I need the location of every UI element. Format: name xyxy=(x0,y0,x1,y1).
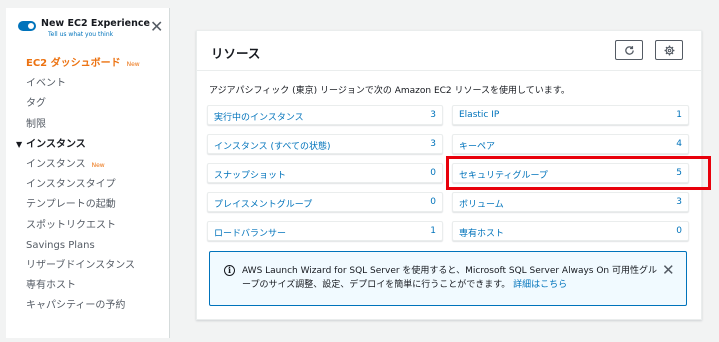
sidebar-item-instances[interactable]: インスタンス New xyxy=(26,155,166,175)
resource-label: プレイスメントグループ xyxy=(214,200,313,210)
sidebar-item-spot-requests[interactable]: スポットリクエスト xyxy=(26,216,166,236)
resource-card-snapshots[interactable]: スナップショット 0 xyxy=(207,163,443,183)
panel-title: リソース xyxy=(211,46,261,61)
refresh-icon xyxy=(624,45,634,55)
sidebar-item-dedicated-hosts[interactable]: 専有ホスト xyxy=(26,276,166,296)
sidebar-item-tags[interactable]: タグ xyxy=(26,94,166,114)
sidebar-item-ec2-dashboard[interactable]: EC2 ダッシュボード New xyxy=(26,54,166,74)
sidebar-nav: EC2 ダッシュボード New イベント タグ 制限 ▼ インスタンス インスタンス… xyxy=(16,54,166,316)
sidebar-item-label: インスタンスタイプ xyxy=(26,179,116,191)
sidebar-item-label: キャパシティーの予約 xyxy=(26,300,126,312)
panel-header: リソース xyxy=(197,31,701,71)
settings-button[interactable] xyxy=(655,40,683,60)
resource-card-dedicated-hosts[interactable]: 専有ホスト 0 xyxy=(452,221,689,241)
resource-count: 0 xyxy=(430,197,436,207)
sidebar: New EC2 Experience Tell us what you thin… xyxy=(6,8,170,338)
resource-label: ボリューム xyxy=(459,200,504,210)
info-banner-text: AWS Launch Wizard for SQL Server を使用すると、… xyxy=(242,264,662,292)
resource-count: 1 xyxy=(676,110,682,120)
resource-label: 専有ホスト xyxy=(459,229,505,239)
sidebar-item-label: イベント xyxy=(26,78,66,90)
sidebar-item-label: Savings Plans xyxy=(26,239,95,251)
sidebar-item-reserved-instances[interactable]: リザーブドインスタンス xyxy=(26,256,166,276)
sidebar-item-label: 専有ホスト xyxy=(26,280,76,292)
sidebar-item-label: 制限 xyxy=(26,118,46,130)
highlight-annotation xyxy=(446,156,711,190)
info-message: AWS Launch Wizard for SQL Server を使用すると、… xyxy=(242,266,657,290)
sidebar-section-instances[interactable]: ▼ インスタンス xyxy=(16,135,166,155)
resource-count: 3 xyxy=(430,139,436,149)
resource-card-all-instances[interactable]: インスタンス (すべての状態) 3 xyxy=(207,134,443,154)
new-experience-toggle[interactable] xyxy=(18,21,36,31)
resource-card-running-instances[interactable]: 実行中のインスタンス 3 xyxy=(207,105,443,125)
resource-label: スナップショット xyxy=(214,171,287,181)
sidebar-section-label: インスタンス xyxy=(26,138,86,150)
info-banner: i AWS Launch Wizard for SQL Server を使用する… xyxy=(209,251,687,306)
sidebar-item-limits[interactable]: 制限 xyxy=(26,115,166,135)
resource-card-key-pairs[interactable]: キーペア 4 xyxy=(452,134,689,154)
resource-label: Elastic IP xyxy=(459,110,500,120)
close-icon[interactable]: ✕ xyxy=(150,19,163,35)
sidebar-item-capacity-reservations[interactable]: キャパシティーの予約 xyxy=(26,296,166,316)
resource-label: キーペア xyxy=(459,142,496,152)
info-icon: i xyxy=(224,265,235,276)
resource-card-elastic-ip[interactable]: Elastic IP 1 xyxy=(452,105,689,125)
sidebar-item-label: タグ xyxy=(26,98,46,110)
resource-count: 3 xyxy=(430,110,436,120)
sidebar-item-label: EC2 ダッシュボード xyxy=(26,58,121,69)
sidebar-item-events[interactable]: イベント xyxy=(26,74,166,94)
sidebar-item-label: スポットリクエスト xyxy=(26,219,116,231)
close-icon[interactable]: ✕ xyxy=(662,263,675,278)
sidebar-item-label: インスタンス xyxy=(26,158,86,170)
resource-label: インスタンス (すべての状態) xyxy=(214,142,331,152)
new-badge: New xyxy=(126,61,140,68)
resource-count: 0 xyxy=(676,226,682,236)
feedback-link[interactable]: Tell us what you think xyxy=(48,31,113,38)
new-experience-toggle-row: New EC2 Experience Tell us what you thin… xyxy=(18,18,166,46)
resource-card-volumes[interactable]: ボリューム 3 xyxy=(452,192,689,212)
refresh-button[interactable] xyxy=(615,40,643,60)
resource-label: 実行中のインスタンス xyxy=(214,113,304,123)
resource-count: 1 xyxy=(430,226,436,236)
gear-icon xyxy=(664,45,674,55)
sidebar-item-savings-plans[interactable]: Savings Plans xyxy=(26,236,166,256)
resource-card-placement-groups[interactable]: プレイスメントグループ 0 xyxy=(207,192,443,212)
sidebar-item-label: テンプレートの起動 xyxy=(26,199,116,211)
resource-card-load-balancers[interactable]: ロードバランサー 1 xyxy=(207,221,443,241)
sidebar-item-label: リザーブドインスタンス xyxy=(26,259,135,271)
new-badge: New xyxy=(91,161,105,169)
resource-count: 3 xyxy=(676,197,682,207)
new-experience-title: New EC2 Experience xyxy=(41,18,150,29)
resource-label: ロードバランサー xyxy=(214,229,287,239)
resource-count: 0 xyxy=(430,168,436,178)
sidebar-item-instance-types[interactable]: インスタンスタイプ xyxy=(26,175,166,195)
learn-more-link[interactable]: 詳細はこちら xyxy=(513,280,567,290)
panel-description: アジアパシフィック (東京) リージョンで次の Amazon EC2 リソースを… xyxy=(209,86,570,96)
resource-count: 4 xyxy=(676,139,682,149)
sidebar-item-launch-templates[interactable]: テンプレートの起動 xyxy=(26,195,166,215)
caret-down-icon: ▼ xyxy=(16,139,23,149)
